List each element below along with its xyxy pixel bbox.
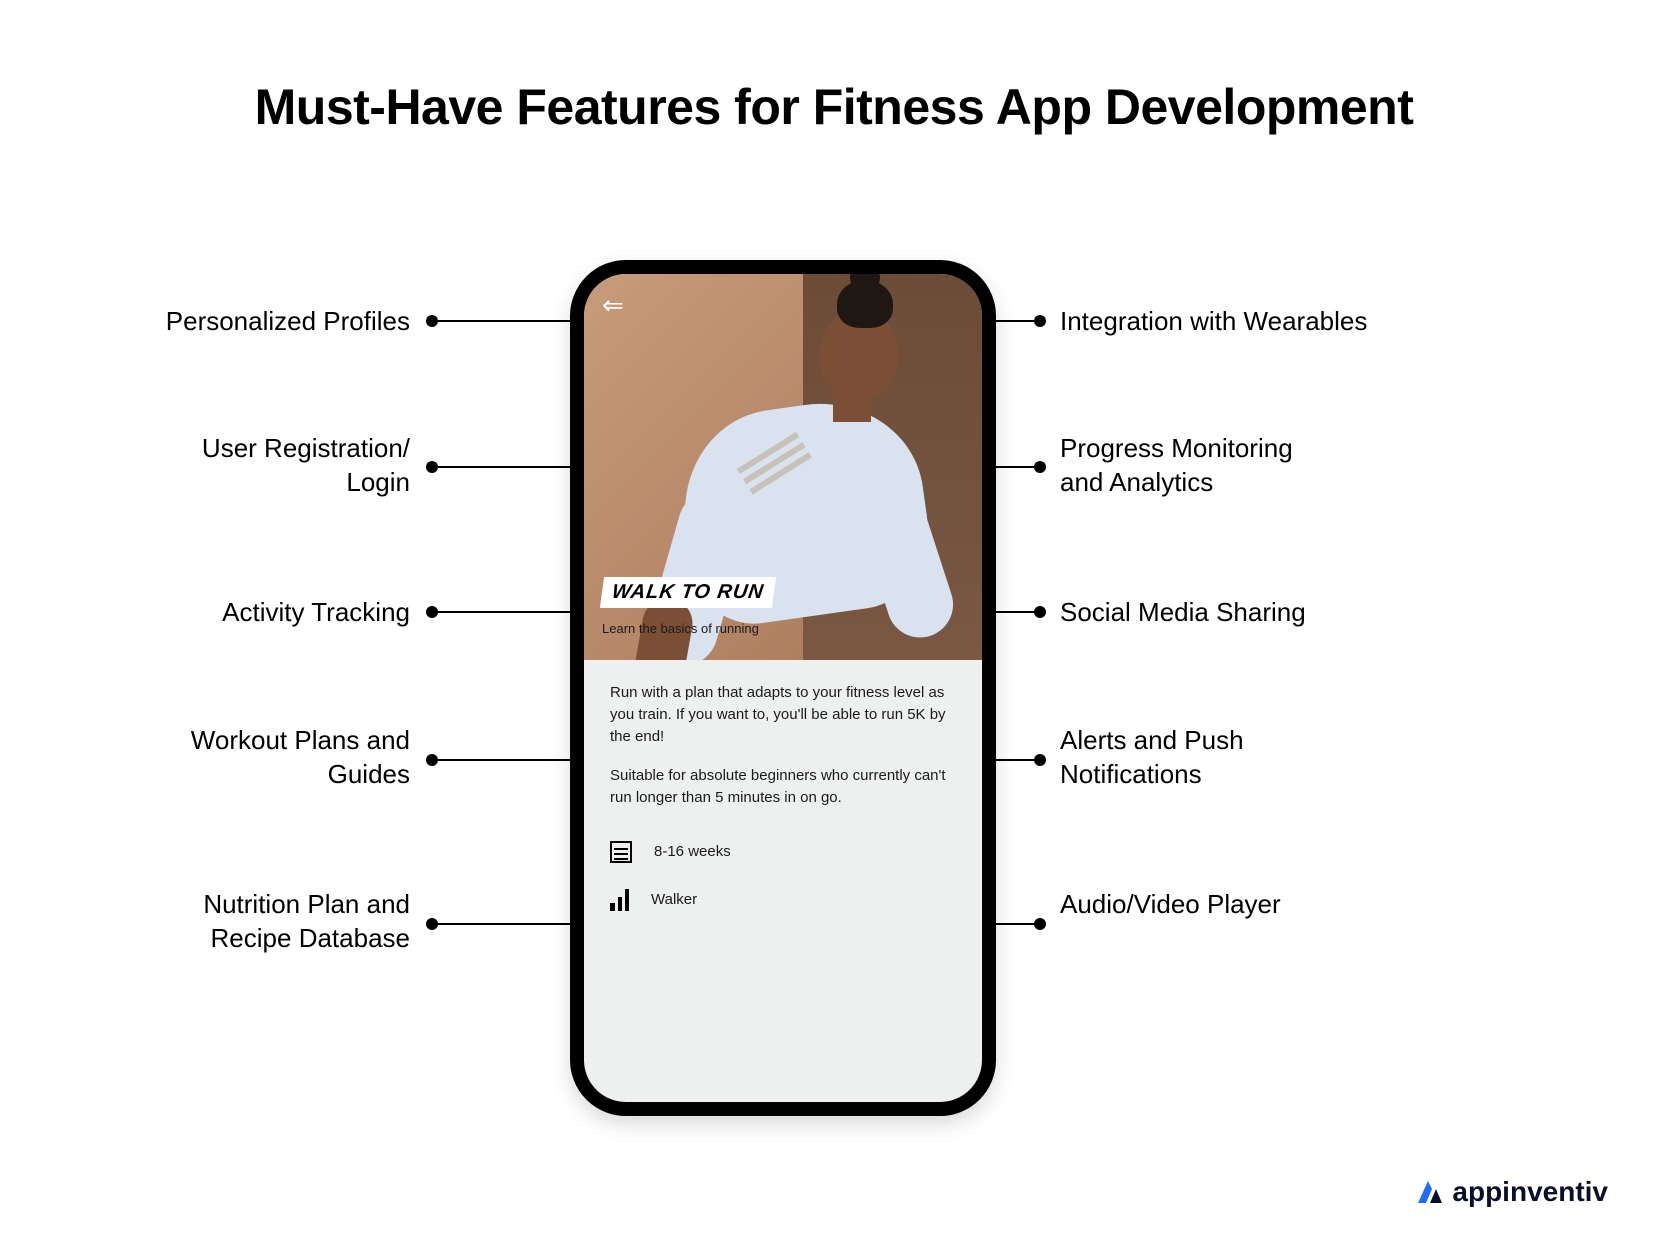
feature-nutrition-plan: Nutrition Plan andRecipe Database bbox=[110, 888, 410, 956]
duration-text: 8-16 weeks bbox=[654, 843, 731, 860]
feature-workout-plans: Workout Plans andGuides bbox=[110, 724, 410, 792]
feature-wearables: Integration with Wearables bbox=[1060, 305, 1480, 339]
duration-row: 8-16 weeks bbox=[610, 841, 956, 863]
level-row: Walker bbox=[610, 889, 956, 911]
level-icon bbox=[610, 889, 629, 911]
back-arrow-icon[interactable]: ⇐ bbox=[602, 290, 624, 321]
program-subtitle: Learn the basics of running bbox=[602, 621, 759, 636]
feature-alerts: Alerts and PushNotifications bbox=[1060, 724, 1480, 792]
program-title: WALK TO RUN bbox=[600, 577, 776, 608]
brand-text: appinventiv bbox=[1452, 1176, 1608, 1208]
feature-user-registration: User Registration/Login bbox=[110, 432, 410, 500]
feature-activity-tracking: Activity Tracking bbox=[110, 596, 410, 630]
calendar-icon bbox=[610, 841, 632, 863]
feature-social-sharing: Social Media Sharing bbox=[1060, 596, 1480, 630]
brand-icon bbox=[1414, 1177, 1444, 1207]
program-description: Run with a plan that adapts to your fitn… bbox=[584, 660, 982, 837]
level-text: Walker bbox=[651, 891, 697, 908]
phone-mockup: ⇐ WALK TO RUN Learn the basics of runnin… bbox=[570, 260, 996, 1116]
description-paragraph-2: Suitable for absolute beginners who curr… bbox=[610, 765, 956, 809]
description-paragraph-1: Run with a plan that adapts to your fitn… bbox=[610, 682, 956, 747]
feature-audio-video: Audio/Video Player bbox=[1060, 888, 1480, 922]
feature-personalized-profiles: Personalized Profiles bbox=[110, 305, 410, 339]
hero-image: ⇐ WALK TO RUN Learn the basics of runnin… bbox=[584, 274, 982, 660]
diagram-title: Must-Have Features for Fitness App Devel… bbox=[0, 78, 1668, 136]
feature-progress-monitoring: Progress Monitoringand Analytics bbox=[1060, 432, 1480, 500]
brand-logo: appinventiv bbox=[1414, 1176, 1608, 1208]
